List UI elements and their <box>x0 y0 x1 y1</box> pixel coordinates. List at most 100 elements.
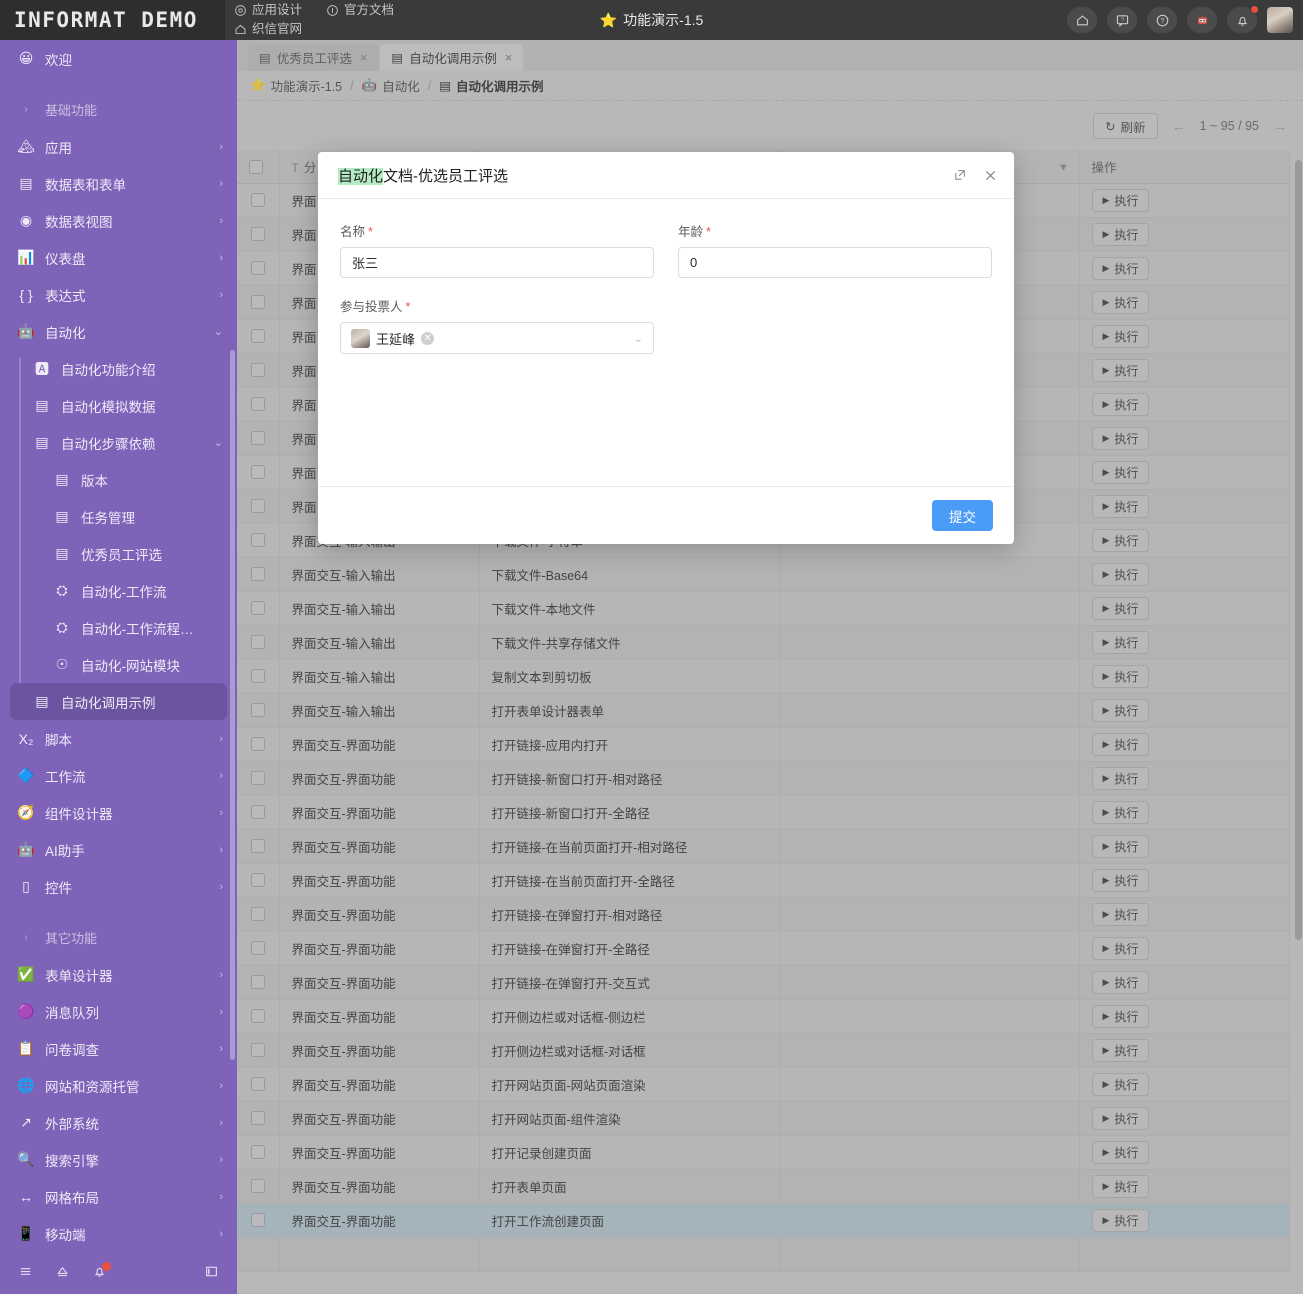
chevron-icon[interactable]: › <box>219 807 223 819</box>
sidebar-item-31[interactable]: 📱 移动端 › <box>0 1215 237 1252</box>
sidebar: 😀 欢迎 › 基础功能 🏔 应用 › ▤ 数据表和表单 › ◉ 数据表视图 › 📊 仪表盘 ›{ } 表达式 › 🤖… <box>0 40 237 1294</box>
sidebar-item-23[interactable]: › 其它功能 <box>0 919 237 956</box>
chevron-icon[interactable]: › <box>219 252 223 264</box>
sidebar-item-19[interactable]: 🔷 工作流 › <box>0 757 237 794</box>
chevron-icon[interactable]: › <box>219 141 223 153</box>
sidebar-item-14[interactable]: ⛭ 自动化-工作流 <box>0 572 237 609</box>
modal-header: 自动化文档-优选员工评选 <box>318 152 1014 199</box>
chevron-icon[interactable]: › <box>219 1117 223 1129</box>
sidebar-item-icon: 🟣 <box>17 1003 35 1019</box>
sidebar-item-24[interactable]: ✅ 表单设计器 › <box>0 956 237 993</box>
collapse-panel-icon[interactable] <box>204 1264 219 1282</box>
top-link-label: 织信官网 <box>252 22 303 36</box>
sidebar-item-7[interactable]: 🤖 自动化 ⌄ <box>0 313 237 350</box>
sidebar-item-18[interactable]: X₂ 脚本 › <box>0 720 237 757</box>
notification-bell-icon[interactable] <box>1227 5 1259 33</box>
label-text: 参与投票人 <box>340 300 403 314</box>
sidebar-item-13[interactable]: ▤ 优秀员工评选 <box>0 535 237 572</box>
top-link-app-design[interactable]: 应用设计 <box>234 1 302 20</box>
sidebar-item-0[interactable]: 😀 欢迎 <box>0 40 237 77</box>
required-marker: * <box>368 225 373 239</box>
chevron-icon[interactable]: › <box>219 215 223 227</box>
chevron-icon[interactable]: › <box>219 1228 223 1240</box>
upload-icon[interactable] <box>55 1264 70 1282</box>
sidebar-item-26[interactable]: 📋 问卷调查 › <box>0 1030 237 1067</box>
chevron-icon[interactable]: › <box>219 733 223 745</box>
sidebar-item-9[interactable]: ▤ 自动化模拟数据 <box>0 387 237 424</box>
sidebar-nav[interactable]: 😀 欢迎 › 基础功能 🏔 应用 › ▤ 数据表和表单 › ◉ 数据表视图 › 📊 仪表盘 ›{ } 表达式 › 🤖… <box>0 40 237 1252</box>
sidebar-item-22[interactable]: ▯ 控件 › <box>0 868 237 905</box>
robot-icon[interactable] <box>1187 7 1217 33</box>
sidebar-item-icon: 🤖 <box>17 841 35 857</box>
form-row-2: 参与投票人 * 王延峰 ✕ ⌄ <box>340 296 992 354</box>
sidebar-item-12[interactable]: ▤ 任务管理 <box>0 498 237 535</box>
sidebar-item-label: 表达式 <box>45 288 86 304</box>
chevron-icon[interactable]: ⌄ <box>214 325 223 338</box>
top-links: 应用设计 官方文档 织信官网 <box>234 0 394 40</box>
sidebar-item-label: 版本 <box>81 473 108 489</box>
close-icon[interactable] <box>983 168 998 183</box>
sidebar-item-5[interactable]: 📊 仪表盘 › <box>0 239 237 276</box>
sidebar-item-2[interactable]: 🏔 应用 › <box>0 128 237 165</box>
feedback-icon[interactable]: ? <box>1107 7 1137 33</box>
sidebar-item-15[interactable]: ⛭ 自动化-工作流程… <box>0 609 237 646</box>
chevron-icon[interactable]: › <box>219 1006 223 1018</box>
voter-select[interactable]: 王延峰 ✕ ⌄ <box>340 322 654 354</box>
top-link-website[interactable]: 织信官网 <box>234 20 394 39</box>
modal-body: 名称 * 张三 年龄 * 0 参与投票人 * 王延峰 ✕ ⌄ <box>318 199 1014 486</box>
sidebar-item-21[interactable]: 🤖 AI助手 › <box>0 831 237 868</box>
sidebar-scrollbar[interactable] <box>230 350 235 1060</box>
top-link-docs[interactable]: 官方文档 <box>326 1 394 20</box>
sidebar-item-4[interactable]: ◉ 数据表视图 › <box>0 202 237 239</box>
chevron-icon[interactable]: › <box>219 844 223 856</box>
sidebar-item-8[interactable]: 🅰 自动化功能介绍 <box>0 350 237 387</box>
help-icon[interactable]: ? <box>1147 7 1177 33</box>
chevron-icon[interactable]: › <box>219 770 223 782</box>
chevron-icon[interactable]: › <box>219 289 223 301</box>
sidebar-item-label: 控件 <box>45 880 72 896</box>
sidebar-item-30[interactable]: ↔ 网格布局 › <box>0 1178 237 1215</box>
chevron-icon[interactable]: › <box>219 1191 223 1203</box>
bell-icon[interactable] <box>92 1262 111 1282</box>
sidebar-item-17[interactable]: ▤ 自动化调用示例 <box>10 683 227 720</box>
chevron-icon[interactable]: › <box>219 881 223 893</box>
submit-button[interactable]: 提交 <box>932 500 993 531</box>
sidebar-item-icon: 😀 <box>18 50 34 66</box>
sidebar-item-11[interactable]: ▤ 版本 <box>0 461 237 498</box>
name-input[interactable]: 张三 <box>340 247 654 278</box>
sidebar-item-20[interactable]: 🧭 组件设计器 › <box>0 794 237 831</box>
app-title-text: 功能演示-1.5 <box>623 12 704 28</box>
sidebar-item-label: 其它功能 <box>45 931 98 946</box>
sidebar-item-icon: 🤖 <box>17 323 35 339</box>
chevron-down-icon[interactable]: ⌄ <box>634 332 643 345</box>
home-icon[interactable] <box>1067 7 1097 33</box>
sidebar-item-16[interactable]: ☉ 自动化-网站模块 <box>0 646 237 683</box>
sidebar-item-25[interactable]: 🟣 消息队列 › <box>0 993 237 1030</box>
sidebar-item-28[interactable]: ↗ 外部系统 › <box>0 1104 237 1141</box>
age-input[interactable]: 0 <box>678 247 992 278</box>
modal-footer: 提交 <box>318 486 1014 544</box>
chevron-icon[interactable]: › <box>219 1043 223 1055</box>
sidebar-item-label: 数据表和表单 <box>45 177 126 193</box>
chevron-icon[interactable]: › <box>219 178 223 190</box>
chevron-icon[interactable]: ⌄ <box>214 436 223 449</box>
remove-chip-icon[interactable]: ✕ <box>421 331 435 345</box>
top-link-label: 官方文档 <box>344 3 395 17</box>
sidebar-item-6[interactable]: { } 表达式 › <box>0 276 237 313</box>
sidebar-item-icon: 🔍 <box>17 1151 35 1167</box>
chevron-icon[interactable]: › <box>219 969 223 981</box>
chevron-icon[interactable]: › <box>219 1080 223 1092</box>
chevron-icon[interactable]: › <box>219 1154 223 1166</box>
sidebar-item-29[interactable]: 🔍 搜索引擎 › <box>0 1141 237 1178</box>
sidebar-item-label: 优秀员工评选 <box>81 547 162 563</box>
sidebar-item-3[interactable]: ▤ 数据表和表单 › <box>0 165 237 202</box>
sidebar-item-10[interactable]: ▤ 自动化步骤依赖 ⌄ <box>0 424 237 461</box>
sidebar-item-27[interactable]: 🌐 网站和资源托管 › <box>0 1067 237 1104</box>
expand-icon[interactable] <box>953 168 967 182</box>
sidebar-item-1[interactable]: › 基础功能 <box>0 91 237 128</box>
sidebar-item-icon: ◉ <box>19 212 33 228</box>
user-avatar[interactable] <box>1267 7 1293 33</box>
voter-chip[interactable]: 王延峰 ✕ <box>351 328 435 348</box>
menu-icon[interactable] <box>18 1264 33 1282</box>
